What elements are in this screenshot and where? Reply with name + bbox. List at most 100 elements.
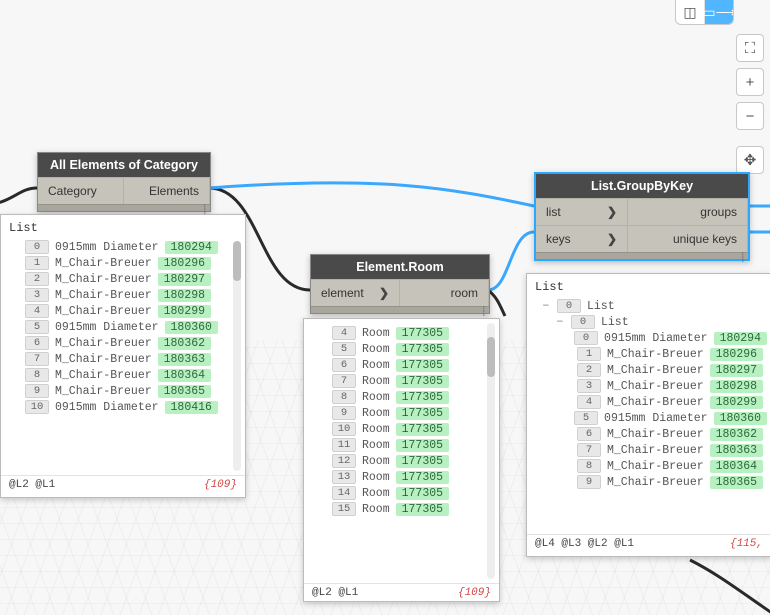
list-item[interactable]: 8M_Chair-Breuer180364 [5,367,241,383]
input-port-category[interactable]: Category [38,177,124,204]
pan-button[interactable]: ✥ [736,146,764,174]
element-id-tag[interactable]: 180299 [710,396,763,409]
list-item[interactable]: 8M_Chair-Breuer180364 [531,458,767,474]
watch-panel-rooms[interactable]: 4Room1773055Room1773056Room1773057Room17… [303,318,500,602]
graph-canvas[interactable]: ◫ ▭⟶ ⛶ + − ✥ All Elements of Category Ca… [0,0,770,615]
element-id-tag[interactable]: 180362 [710,428,763,441]
view-graph-button[interactable]: ▭⟶ [704,0,733,24]
list-item[interactable]: 9M_Chair-Breuer180365 [5,383,241,399]
element-id-tag[interactable]: 177305 [396,487,449,500]
element-id-tag[interactable]: 180363 [158,353,211,366]
watch-panel-groups[interactable]: List −0List−0List00915mm Diameter1802941… [526,273,770,557]
zoom-out-button[interactable]: − [736,102,764,130]
element-id-tag[interactable]: 180296 [710,348,763,361]
list-item[interactable]: 10Room177305 [308,421,495,437]
element-id-tag[interactable]: 180297 [158,273,211,286]
list-item[interactable]: 4M_Chair-Breuer180299 [531,394,767,410]
list-item[interactable]: 5Room177305 [308,341,495,357]
list-item[interactable]: 50915mm Diameter180360 [5,319,241,335]
output-port-groups[interactable]: groups [628,198,748,225]
element-id-tag[interactable]: 177305 [396,359,449,372]
scrollbar[interactable] [487,323,495,579]
list-item[interactable]: 12Room177305 [308,453,495,469]
element-id-tag[interactable]: 180297 [710,364,763,377]
list-item[interactable]: 4Room177305 [308,325,495,341]
element-id-tag[interactable]: 177305 [396,391,449,404]
output-port-elements[interactable]: Elements [124,177,210,204]
input-port-element[interactable]: element ❯ [311,279,400,306]
element-id-tag[interactable]: 180298 [158,289,211,302]
zoom-in-button[interactable]: + [736,68,764,96]
element-id-tag[interactable]: 180360 [714,412,767,425]
element-id-tag[interactable]: 177305 [396,455,449,468]
element-id-tag[interactable]: 177305 [396,407,449,420]
view-3d-button[interactable]: ◫ [676,0,704,24]
list-item[interactable]: 7Room177305 [308,373,495,389]
list-item[interactable]: 00915mm Diameter180294 [531,330,767,346]
element-id-tag[interactable]: 180294 [165,241,218,254]
element-id-tag[interactable]: 180296 [158,257,211,270]
list-item[interactable]: 13Room177305 [308,469,495,485]
element-id-tag[interactable]: 177305 [396,439,449,452]
element-id-tag[interactable]: 177305 [396,375,449,388]
list-item[interactable]: 6Room177305 [308,357,495,373]
list-item[interactable]: 2M_Chair-Breuer180297 [531,362,767,378]
collapse-icon[interactable]: − [555,316,565,329]
element-id-tag[interactable]: 177305 [396,471,449,484]
levels-label[interactable]: @L4 @L3 @L2 @L1 [535,538,634,550]
list-item[interactable]: 8Room177305 [308,389,495,405]
list-item[interactable]: 1M_Chair-Breuer180296 [531,346,767,362]
element-id-tag[interactable]: 177305 [396,503,449,516]
port-label: list [546,205,561,219]
element-id-tag[interactable]: 180360 [165,321,218,334]
element-id-tag[interactable]: 180294 [714,332,767,345]
scrollbar-thumb[interactable] [233,241,241,281]
list-item[interactable]: −0List [531,314,767,330]
list-item[interactable]: 14Room177305 [308,485,495,501]
element-id-tag[interactable]: 180364 [158,369,211,382]
element-id-tag[interactable]: 180416 [165,401,218,414]
scrollbar[interactable] [233,241,241,471]
list-item[interactable]: 50915mm Diameter180360 [531,410,767,426]
watch-panel-elements[interactable]: List 00915mm Diameter1802941M_Chair-Breu… [0,214,246,498]
input-port-list[interactable]: list ❯ [536,198,628,225]
element-id-tag[interactable]: 177305 [396,423,449,436]
list-item[interactable]: 6M_Chair-Breuer180362 [5,335,241,351]
element-id-tag[interactable]: 180362 [158,337,211,350]
list-item[interactable]: 6M_Chair-Breuer180362 [531,426,767,442]
element-id-tag[interactable]: 180298 [710,380,763,393]
levels-label[interactable]: @L2 @L1 [9,479,55,491]
output-port-unique-keys[interactable]: unique keys [628,225,748,252]
list-item[interactable]: 1M_Chair-Breuer180296 [5,255,241,271]
element-id-tag[interactable]: 180364 [710,460,763,473]
list-item[interactable]: 11Room177305 [308,437,495,453]
list-item[interactable]: −0List [531,298,767,314]
element-id-tag[interactable]: 180299 [158,305,211,318]
list-item[interactable]: 4M_Chair-Breuer180299 [5,303,241,319]
list-item[interactable]: 9Room177305 [308,405,495,421]
list-item[interactable]: 15Room177305 [308,501,495,517]
fit-view-button[interactable]: ⛶ [736,34,764,62]
element-id-tag[interactable]: 180365 [158,385,211,398]
levels-label[interactable]: @L2 @L1 [312,587,358,599]
node-list-group-by-key[interactable]: List.GroupByKey list ❯ keys ❯ groups uni… [534,172,750,261]
list-item[interactable]: 9M_Chair-Breuer180365 [531,474,767,490]
list-item[interactable]: 7M_Chair-Breuer180363 [531,442,767,458]
list-item[interactable]: 3M_Chair-Breuer180298 [531,378,767,394]
collapse-icon[interactable]: − [541,300,551,313]
input-port-keys[interactable]: keys ❯ [536,225,628,252]
node-all-elements-of-category[interactable]: All Elements of Category Category Elemen… [37,152,211,212]
node-element-room[interactable]: Element.Room element ❯ room ⸽ [310,254,490,314]
scrollbar-thumb[interactable] [487,337,495,377]
element-id-tag[interactable]: 177305 [396,327,449,340]
list-item[interactable]: 7M_Chair-Breuer180363 [5,351,241,367]
element-id-tag[interactable]: 180365 [710,476,763,489]
list-item[interactable]: 100915mm Diameter180416 [5,399,241,415]
list-item[interactable]: 00915mm Diameter180294 [5,239,241,255]
list-item[interactable]: 3M_Chair-Breuer180298 [5,287,241,303]
element-id-tag[interactable]: 177305 [396,343,449,356]
index-badge: 0 [574,331,598,345]
list-item[interactable]: 2M_Chair-Breuer180297 [5,271,241,287]
element-id-tag[interactable]: 180363 [710,444,763,457]
output-port-room[interactable]: room [400,279,489,306]
